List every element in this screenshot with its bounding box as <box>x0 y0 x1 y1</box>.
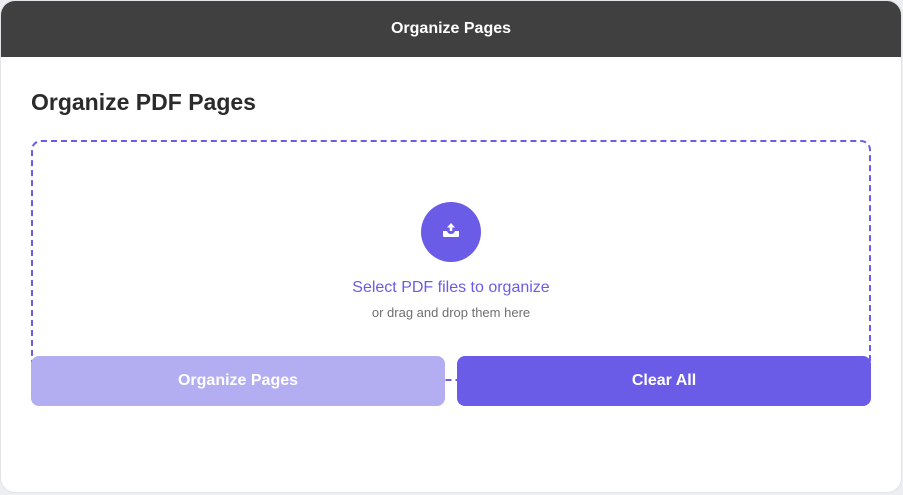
clear-all-button[interactable]: Clear All <box>457 356 871 406</box>
organize-pages-button[interactable]: Organize Pages <box>31 356 445 406</box>
upload-button[interactable] <box>421 202 481 262</box>
upload-icon <box>441 220 461 245</box>
page-title: Organize PDF Pages <box>31 89 256 115</box>
window-title: Organize Pages <box>390 20 512 37</box>
app-window: Organize Pages Organize PDF Pages Select… <box>1 1 901 492</box>
dropzone-secondary-text: or drag and drop them here <box>371 305 531 320</box>
file-dropzone[interactable]: Select PDF files to organize or drag and… <box>31 140 871 381</box>
dropzone-primary-text[interactable]: Select PDF files to organize <box>33 279 869 297</box>
title-bar: Organize Pages <box>1 1 901 57</box>
main-content: Organize PDF Pages Select PDF files to o… <box>1 57 901 381</box>
